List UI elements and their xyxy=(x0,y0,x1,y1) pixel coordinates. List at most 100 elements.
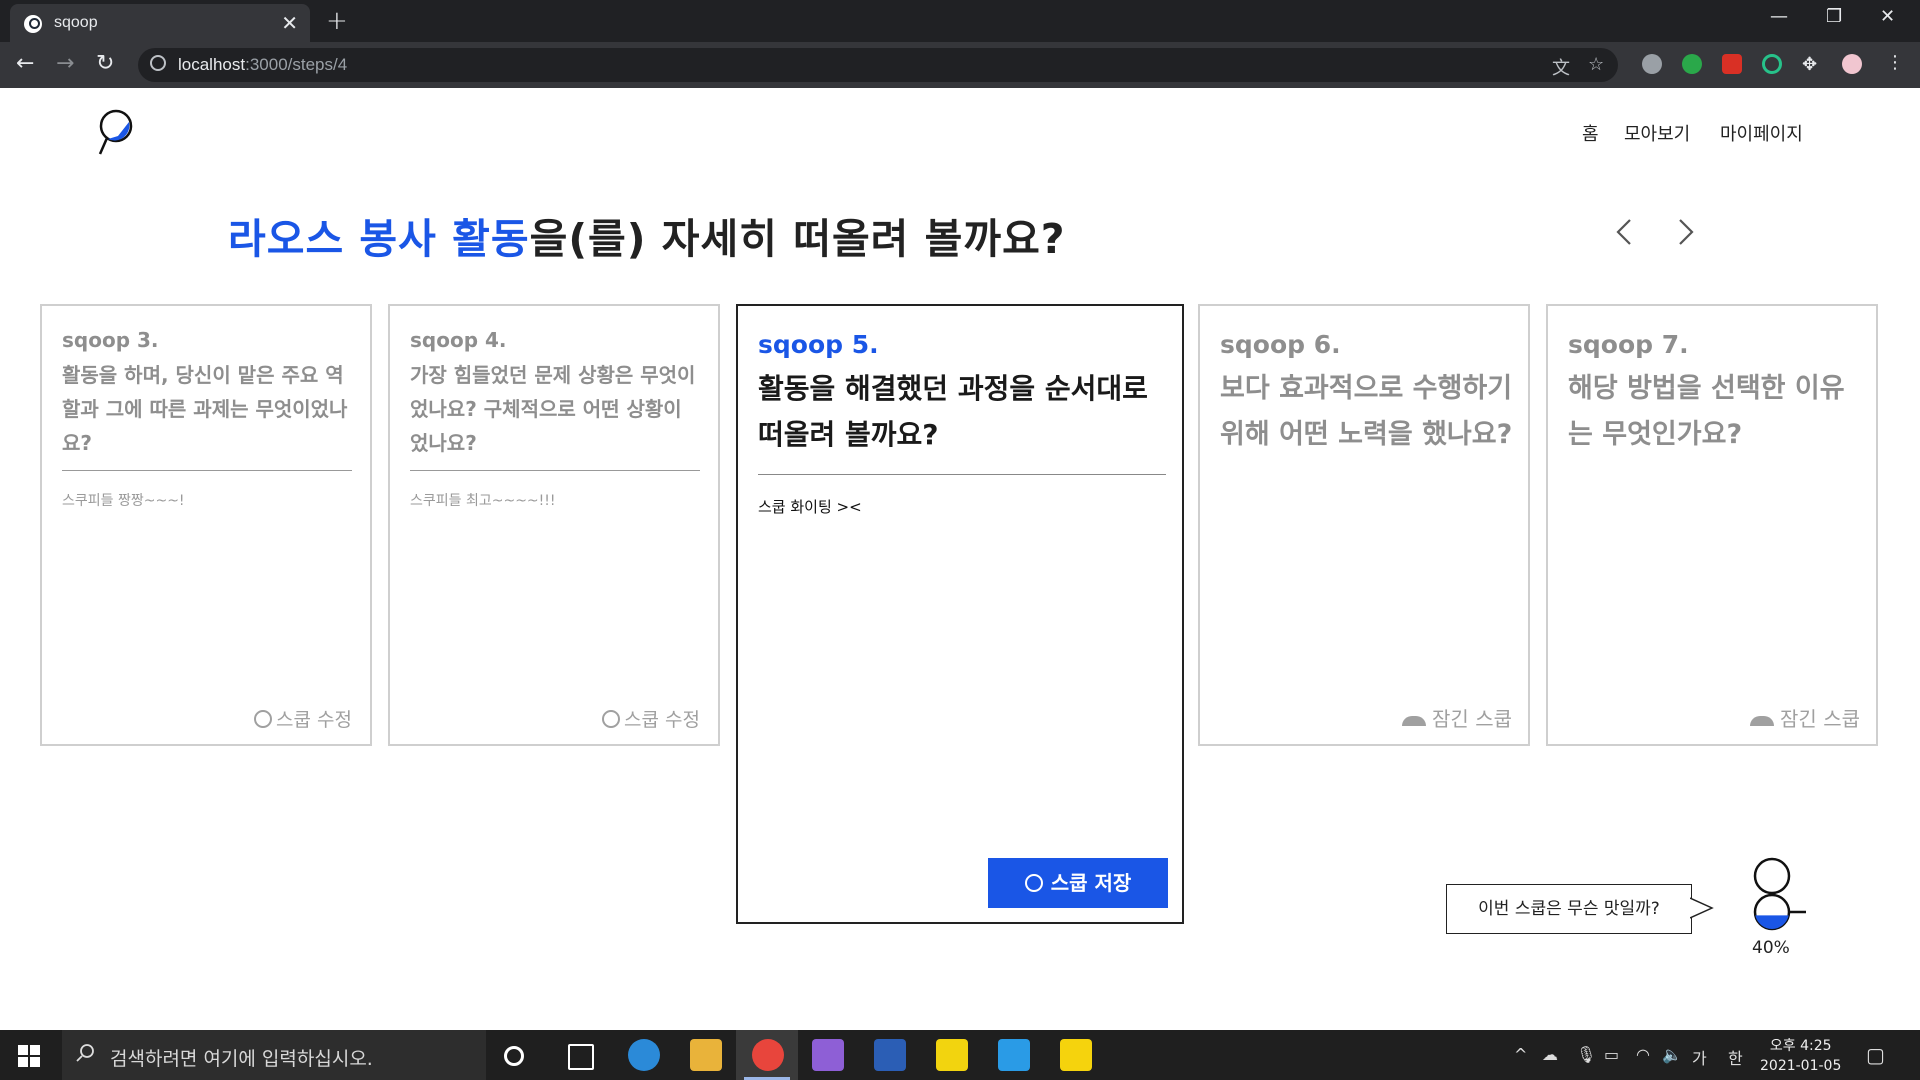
browser-toolbar: ← → ↻ localhost:3000/steps/4 ⽂ ☆ ✥ ⋮ xyxy=(0,42,1920,88)
card-answer: 스쿠피들 짱짱~~~! xyxy=(62,493,185,509)
card-question: 가장 힘들었던 문제 상황은 무엇이었나요? 구체적으로 어떤 상황이었나요? xyxy=(410,363,696,455)
nav-collection[interactable]: 모아보기 xyxy=(1624,120,1690,146)
sqoop-icon xyxy=(1024,874,1043,892)
step-card-7-locked: sqoop 7. 해당 방법을 선택한 이유는 무엇인가요? 잠긴 스쿱 xyxy=(1546,304,1878,746)
step-card-6-locked: sqoop 6. 보다 효과적으로 수행하기 위해 어떤 노력을 했나요? 잠긴… xyxy=(1198,304,1530,746)
card-divider xyxy=(62,470,352,471)
tray-overflow-icon[interactable]: ^ xyxy=(1514,1045,1527,1064)
onedrive-icon[interactable]: ☁ xyxy=(1542,1045,1558,1064)
file-explorer-icon[interactable] xyxy=(690,1039,722,1071)
vscode-icon[interactable] xyxy=(998,1039,1030,1071)
title-rest: 을(를) 자세히 떠올려 볼까요? xyxy=(529,215,1066,263)
close-tab-icon[interactable]: ✕ xyxy=(281,11,298,35)
word-icon[interactable] xyxy=(874,1039,906,1071)
step-card-4[interactable]: sqoop 4. 가장 힘들었던 문제 상황은 무엇이었나요? 구체적으로 어떤… xyxy=(388,304,720,746)
clock-time: 오후 4:25 xyxy=(1769,1038,1832,1054)
chrome-icon[interactable] xyxy=(752,1039,784,1071)
extensions-puzzle-icon[interactable]: ✥ xyxy=(1802,54,1817,75)
lock-cloud-icon xyxy=(1750,716,1775,726)
minimize-icon[interactable]: — xyxy=(1770,6,1788,27)
extension-chat-icon[interactable] xyxy=(1642,54,1662,74)
task-view-icon[interactable] xyxy=(568,1044,594,1070)
edit-sqoop-button[interactable]: 스쿱 수정 xyxy=(254,705,352,732)
card-answer: 스쿠피들 최고~~~~!!! xyxy=(410,493,556,509)
answer-textarea[interactable]: 스쿱 화이팅 >< xyxy=(758,496,862,517)
forward-icon[interactable]: → xyxy=(56,51,74,76)
cortana-icon[interactable] xyxy=(504,1046,524,1066)
clock-date: 2021-01-05 xyxy=(1760,1058,1842,1074)
card-number: sqoop 5. xyxy=(758,330,879,359)
mascot-progress-icon xyxy=(1753,857,1806,931)
browser-tabbar: sqoop ✕ + — ❐ ✕ xyxy=(0,0,1920,42)
reload-icon[interactable]: ↻ xyxy=(96,51,114,76)
edit-label: 스쿱 수정 xyxy=(276,709,352,731)
step-card-3[interactable]: sqoop 3. 활동을 하며, 당신이 맡은 주요 역할과 그에 따른 과제는… xyxy=(40,304,372,746)
locked-badge: 잠긴 스쿱 xyxy=(1750,703,1860,732)
search-icon xyxy=(76,1044,94,1062)
battery-icon[interactable]: ▭ xyxy=(1604,1045,1619,1064)
card-question: 보다 효과적으로 수행하기 위해 어떤 노력을 했나요? xyxy=(1220,373,1513,450)
address-bar[interactable]: localhost:3000/steps/4 ⽂ ☆ xyxy=(138,48,1618,82)
card-number: sqoop 4. xyxy=(410,328,507,352)
card-question: 활동을 하며, 당신이 맡은 주요 역할과 그에 따른 과제는 무엇이었나요? xyxy=(62,363,348,455)
edit-label: 스쿱 수정 xyxy=(624,709,700,731)
windows-start-icon[interactable] xyxy=(18,1045,40,1067)
windows-taskbar: 검색하려면 여기에 입력하십시오. ^ ☁ 🎙 ▭ ◠ 🔈 가 한 오후 4:2… xyxy=(0,1030,1920,1080)
extension-red-icon[interactable] xyxy=(1722,54,1742,74)
card-divider xyxy=(758,474,1166,475)
page-title: 라오스 봉사 활동을(를) 자세히 떠올려 볼까요? xyxy=(228,205,1066,265)
card-number: sqoop 6. xyxy=(1220,330,1341,359)
wifi-icon[interactable]: ◠ xyxy=(1636,1045,1650,1064)
extension-evernote-icon[interactable] xyxy=(1682,54,1702,74)
ime-mode[interactable]: 한 xyxy=(1728,1045,1743,1069)
tab-title: sqoop xyxy=(54,14,98,31)
sticky-notes-icon[interactable] xyxy=(936,1039,968,1071)
speech-bubble: 이번 스쿱은 무슨 맛일까? xyxy=(1446,884,1692,934)
card-question: 활동을 해결했던 과정을 순서대로 떠올려 볼까요? xyxy=(758,372,1148,451)
card-question: 해당 방법을 선택한 이유는 무엇인가요? xyxy=(1568,373,1845,450)
lock-cloud-icon xyxy=(1402,716,1427,726)
notification-icon[interactable]: ▢ xyxy=(1866,1043,1885,1067)
menu-kebab-icon[interactable]: ⋮ xyxy=(1886,52,1904,73)
activity-name: 라오스 봉사 활동 xyxy=(228,215,530,263)
prev-arrow-icon[interactable] xyxy=(1606,212,1646,252)
address-url: localhost:3000/steps/4 xyxy=(178,55,347,75)
restore-icon[interactable]: ❐ xyxy=(1826,6,1842,27)
extension-ring-icon[interactable] xyxy=(1762,54,1782,74)
new-tab-button[interactable]: + xyxy=(326,6,348,36)
sqoop-favicon-icon xyxy=(24,15,42,33)
sqoop-icon xyxy=(254,710,273,728)
save-sqoop-button[interactable]: 스쿱 저장 xyxy=(988,858,1168,908)
browser-tab[interactable]: sqoop ✕ xyxy=(10,4,310,42)
save-label: 스쿱 저장 xyxy=(1050,871,1132,895)
locked-label: 잠긴 스쿱 xyxy=(1432,707,1512,731)
bookmark-star-icon[interactable]: ☆ xyxy=(1588,54,1604,75)
locked-badge: 잠긴 스쿱 xyxy=(1402,703,1512,732)
next-arrow-icon[interactable] xyxy=(1664,212,1704,252)
step-card-5-active: sqoop 5. 활동을 해결했던 과정을 순서대로 떠올려 볼까요? 스쿱 화… xyxy=(736,304,1184,924)
locked-label: 잠긴 스쿱 xyxy=(1780,707,1860,731)
ime-language[interactable]: 가 xyxy=(1692,1045,1707,1069)
speech-bubble-tail xyxy=(1690,897,1714,919)
system-clock[interactable]: 오후 4:25 2021-01-05 xyxy=(1760,1036,1841,1076)
nav-home[interactable]: 홈 xyxy=(1582,120,1599,146)
back-icon[interactable]: ← xyxy=(16,51,34,76)
card-divider xyxy=(410,470,700,471)
site-info-icon[interactable] xyxy=(150,55,166,71)
volume-icon[interactable]: 🔈 xyxy=(1662,1045,1682,1064)
nav-mypage[interactable]: 마이페이지 xyxy=(1720,120,1803,146)
profile-avatar[interactable] xyxy=(1842,54,1862,74)
sqoop-icon xyxy=(602,710,621,728)
progress-percent: 40% xyxy=(1752,938,1790,958)
microphone-icon[interactable]: 🎙 xyxy=(1576,1045,1596,1064)
kakaotalk-icon[interactable] xyxy=(1060,1039,1092,1071)
edge-icon[interactable] xyxy=(628,1039,660,1071)
window-close-icon[interactable]: ✕ xyxy=(1880,6,1895,27)
sqoop-logo-icon[interactable] xyxy=(98,108,142,158)
edit-sqoop-button[interactable]: 스쿱 수정 xyxy=(602,705,700,732)
url-path: :3000/steps/4 xyxy=(245,55,348,74)
taskbar-search[interactable]: 검색하려면 여기에 입력하십시오. xyxy=(62,1030,486,1080)
search-placeholder: 검색하려면 여기에 입력하십시오. xyxy=(110,1048,373,1070)
translate-icon[interactable]: ⽂ xyxy=(1552,54,1570,80)
visual-studio-icon[interactable] xyxy=(812,1039,844,1071)
